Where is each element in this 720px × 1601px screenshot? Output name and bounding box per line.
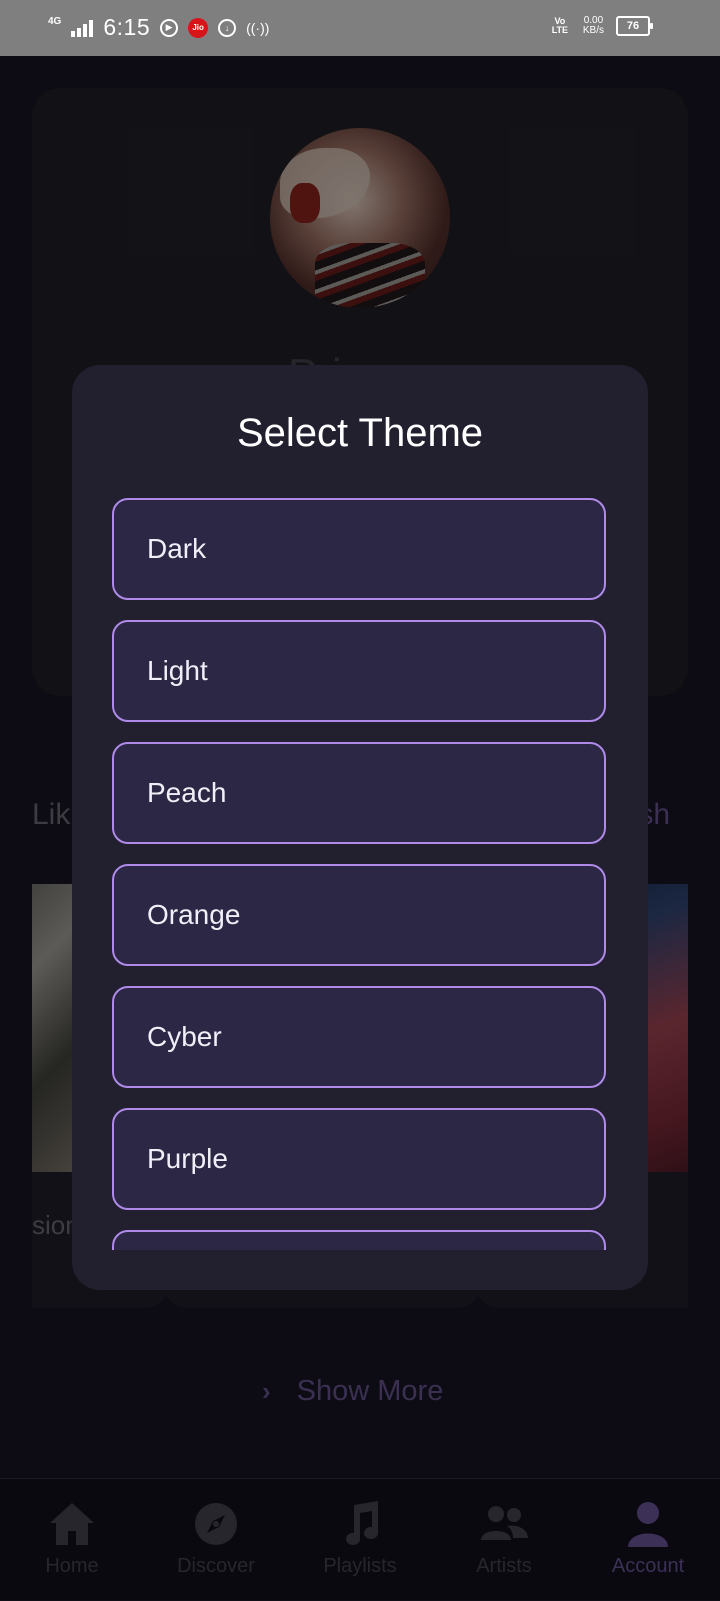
speed-unit: KB/s bbox=[582, 25, 604, 36]
theme-option-partial[interactable] bbox=[112, 1230, 606, 1250]
signal-icon bbox=[71, 19, 94, 37]
jio-icon: Jio bbox=[188, 17, 209, 38]
clock: 6:15 bbox=[103, 14, 151, 40]
theme-option-orange[interactable]: Orange bbox=[112, 864, 606, 966]
volte-indicator: Vo LTE bbox=[551, 16, 569, 35]
theme-options-list[interactable]: Dark Light Peach Orange Cyber Purple bbox=[112, 498, 608, 1250]
play-icon: ▶ bbox=[160, 18, 179, 37]
select-theme-dialog: Select Theme Dark Light Peach Orange Cyb… bbox=[72, 365, 648, 1290]
theme-option-light[interactable]: Light bbox=[112, 620, 606, 722]
battery-icon: 76 bbox=[616, 16, 653, 36]
status-bar: 4G 6:15 ▶ Jio ↓ ((·)) Vo LTE 0.00 KB/s 7… bbox=[0, 0, 720, 56]
theme-option-dark[interactable]: Dark bbox=[112, 498, 606, 600]
theme-option-cyber[interactable]: Cyber bbox=[112, 986, 606, 1088]
network-type: 4G bbox=[48, 16, 62, 27]
theme-option-purple[interactable]: Purple bbox=[112, 1108, 606, 1210]
theme-option-peach[interactable]: Peach bbox=[112, 742, 606, 844]
download-icon: ↓ bbox=[218, 18, 237, 37]
network-speed: 0.00 KB/s bbox=[583, 16, 604, 36]
hotspot-icon: ((·)) bbox=[246, 19, 270, 36]
dialog-title: Select Theme bbox=[236, 411, 484, 455]
